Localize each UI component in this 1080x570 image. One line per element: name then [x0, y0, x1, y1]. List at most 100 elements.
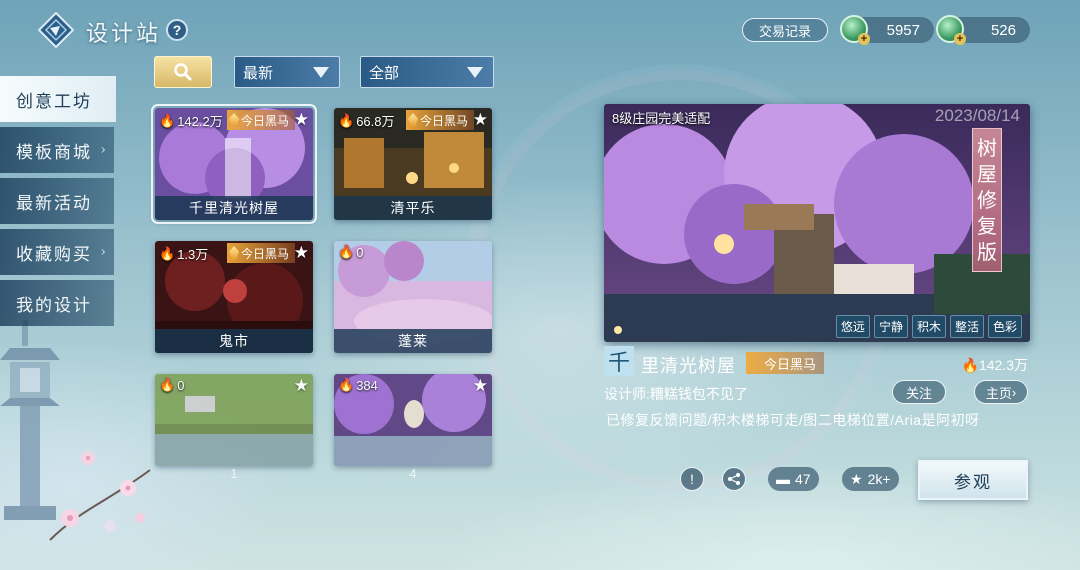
carousel-dot[interactable] — [614, 326, 622, 334]
popularity: 🔥 1.3万 — [159, 244, 208, 263]
featured-popularity-value: 142.3万 — [978, 357, 1028, 373]
popularity: 🔥 0 — [338, 244, 363, 260]
side-nav: 创意工坊 模板商城 › 最新活动 收藏购买 › 我的设计 — [0, 76, 116, 331]
nav-item-favorites-purchases[interactable]: 收藏购买 › — [0, 229, 114, 275]
card-page-number: 4 — [409, 466, 417, 481]
tag: 积木 — [911, 315, 946, 338]
chevron-right-icon: › — [100, 244, 108, 260]
comments-button[interactable]: ▬ 47 — [768, 467, 819, 491]
share-icon[interactable] — [722, 467, 746, 491]
tag: 悠远 — [835, 315, 870, 338]
design-title: 千里清光树屋 — [155, 196, 313, 220]
page-title: 设计站 — [86, 22, 162, 47]
star-icon: ★ — [850, 470, 863, 487]
design-card[interactable]: 🔥 0 ★ — [155, 374, 313, 466]
design-card[interactable]: 🔥 1.3万 今日黑马 ★ 鬼市 — [155, 241, 313, 353]
design-card[interactable]: 🔥 384 ★ — [334, 374, 492, 466]
comment-icon: ▬ — [776, 471, 790, 487]
featured-design-image — [604, 104, 1030, 342]
trending-badge: 今日黑马 — [227, 243, 296, 263]
gem-coin-icon[interactable] — [936, 15, 966, 45]
favorite-star-icon[interactable]: ★ — [294, 243, 309, 263]
flame-icon: 🔥 — [159, 245, 176, 261]
featured-tags: 悠远 宁静 积木 整活 色彩 — [835, 315, 1022, 338]
category-dropdown-value: 全部 — [369, 63, 400, 82]
currency-gem-display[interactable]: 526 — [936, 15, 1030, 45]
stone-lantern-decoration — [0, 320, 60, 520]
design-title: 蓬莱 — [334, 329, 492, 353]
help-icon[interactable]: ? — [166, 19, 188, 41]
favorites-button[interactable]: ★ 2k+ — [842, 467, 899, 491]
popularity-value: 0 — [356, 244, 364, 260]
currency-jade-display[interactable]: 5957 — [840, 15, 934, 45]
nav-item-creative-workshop[interactable]: 创意工坊 — [0, 76, 116, 122]
nav-item-label: 创意工坊 — [16, 91, 92, 112]
design-card[interactable]: 🔥 66.8万 今日黑马 ★ 清平乐 — [334, 108, 492, 220]
trending-badge: 今日黑马 — [406, 110, 475, 130]
design-station-logo-icon — [38, 12, 74, 48]
design-card[interactable]: 🔥 142.2万 今日黑马 ★ 千里清光树屋 — [151, 104, 317, 224]
flame-icon: 🔥 — [338, 112, 355, 128]
caret-down-icon — [467, 67, 483, 78]
featured-title-icon: 千 — [604, 346, 634, 376]
popularity: 🔥 142.2万 — [159, 111, 223, 130]
popularity-value: 384 — [356, 377, 378, 393]
featured-title: 里清光树屋 — [641, 356, 736, 376]
flame-icon: 🔥 — [338, 377, 355, 392]
popularity-value: 142.2万 — [177, 114, 223, 129]
flame-icon: 🔥 — [159, 377, 176, 392]
trending-badge: 今日黑马 — [227, 110, 296, 130]
homepage-button[interactable]: 主页 › — [974, 380, 1028, 404]
featured-description: 已修复反馈问题/积木楼梯可走/图二电梯位置/Aria是阿初呀 — [606, 412, 980, 428]
nav-item-label: 收藏购买 — [16, 244, 92, 265]
tag: 宁静 — [873, 315, 908, 338]
popularity-value: 1.3万 — [177, 247, 209, 262]
sort-dropdown[interactable]: 最新 — [234, 56, 340, 88]
design-title: 清平乐 — [334, 196, 492, 220]
nav-item-my-designs[interactable]: 我的设计 — [0, 280, 114, 326]
featured-design-preview[interactable]: 8级庄园完美适配 2023/08/14 树屋修复版 悠远 宁静 积木 整活 色彩 — [604, 104, 1030, 342]
favorite-star-icon[interactable]: ★ — [294, 376, 309, 396]
card-page-number: 1 — [230, 466, 238, 481]
designer-name: 设计师:糟糕钱包不见了 — [604, 386, 748, 402]
tag: 色彩 — [987, 315, 1022, 338]
popularity: 🔥 0 — [159, 377, 184, 393]
featured-trending-badge: 今日黑马 — [746, 352, 825, 374]
favorite-star-icon[interactable]: ★ — [473, 110, 488, 130]
featured-date: 2023/08/14 — [934, 106, 1020, 125]
sort-dropdown-value: 最新 — [243, 63, 274, 82]
popularity: 🔥 384 — [338, 377, 378, 393]
report-icon[interactable]: ! — [680, 467, 704, 491]
nav-item-label: 我的设计 — [16, 295, 92, 316]
share-glyph — [728, 473, 740, 485]
nav-item-template-mall[interactable]: 模板商城 › — [0, 127, 114, 173]
search-button[interactable] — [154, 56, 212, 88]
nav-item-label: 最新活动 — [16, 193, 92, 214]
favorite-star-icon[interactable]: ★ — [294, 110, 309, 130]
popularity-value: 66.8万 — [356, 114, 395, 129]
chevron-right-icon: › — [1011, 384, 1017, 400]
category-dropdown[interactable]: 全部 — [360, 56, 494, 88]
jade-coin-icon[interactable] — [840, 15, 870, 45]
search-icon — [174, 63, 192, 81]
featured-vertical-title: 树屋修复版 — [972, 128, 1002, 272]
caret-down-icon — [313, 67, 329, 78]
homepage-label: 主页 — [985, 385, 1012, 401]
favorite-star-icon[interactable]: ★ — [473, 376, 488, 396]
currency-gem-amount: 526 — [990, 21, 1016, 39]
popularity-value: 0 — [177, 377, 185, 393]
design-title: 鬼市 — [155, 329, 313, 353]
nav-item-latest-events[interactable]: 最新活动 — [0, 178, 114, 224]
tag: 整活 — [949, 315, 984, 338]
trade-record-button[interactable]: 交易记录 — [742, 18, 828, 42]
visit-button[interactable]: 参观 — [918, 460, 1028, 500]
chevron-right-icon: › — [100, 142, 108, 158]
flame-icon: 🔥 — [338, 244, 355, 259]
design-card[interactable]: 🔥 0 蓬莱 — [334, 241, 492, 353]
featured-popularity: 🔥142.3万 — [962, 355, 1028, 375]
comments-count: 47 — [795, 471, 811, 487]
follow-button[interactable]: 关注 — [892, 380, 946, 404]
featured-caption: 8级庄园完美适配 — [612, 111, 711, 126]
popularity: 🔥 66.8万 — [338, 111, 395, 130]
plum-blossom-decoration — [49, 451, 151, 541]
